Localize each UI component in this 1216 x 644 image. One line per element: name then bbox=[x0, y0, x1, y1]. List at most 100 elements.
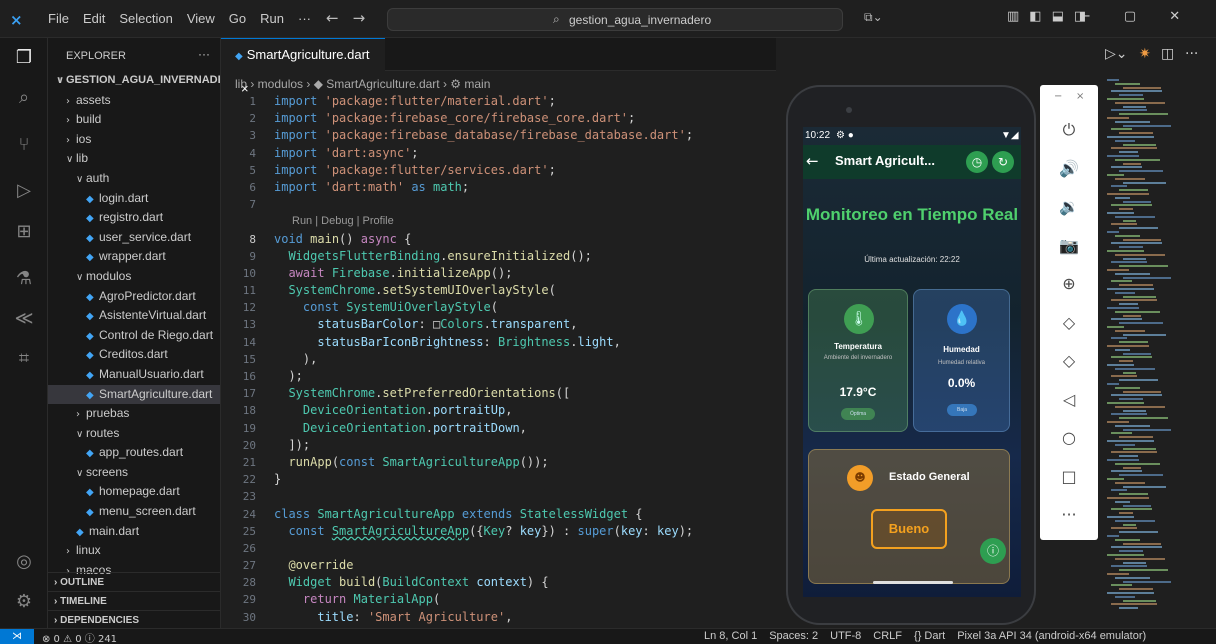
extensions-icon[interactable]: ⊞ bbox=[13, 221, 35, 243]
emu-zoom-icon[interactable]: ⊕ bbox=[1040, 274, 1098, 293]
flutter-icon[interactable]: ≪ bbox=[13, 308, 35, 330]
code-editor[interactable]: 1 import 'package:flutter/material.dart';… bbox=[221, 93, 776, 643]
search-icon[interactable]: ⌕ bbox=[13, 87, 35, 109]
sidebar-section-outline[interactable]: › OUTLINE bbox=[48, 572, 220, 591]
emu-back-icon[interactable]: ◁ bbox=[1040, 390, 1098, 409]
tree-folder-item[interactable]: › build bbox=[48, 110, 220, 130]
tree-file-item[interactable]: ◆ SmartAgriculture.dart bbox=[48, 384, 220, 405]
toggle-sidebar-icon[interactable]: ◧ bbox=[1029, 9, 1041, 24]
tree-folder-item[interactable]: ∨ screens bbox=[48, 463, 220, 483]
settings-gear-icon[interactable]: ⚙ bbox=[13, 591, 35, 613]
sidebar-section-timeline[interactable]: › TIMELINE bbox=[48, 591, 220, 610]
remote-icon[interactable]: ⋊ bbox=[0, 629, 34, 644]
refresh-icon[interactable]: ↻ bbox=[992, 151, 1014, 173]
more-actions-icon[interactable]: ··· bbox=[1185, 46, 1198, 62]
humidity-card[interactable]: 💧 Humedad Humedad relativa 0.0% Baja bbox=[913, 289, 1010, 432]
layout-icon[interactable]: ▥ bbox=[1007, 9, 1019, 24]
menu-item[interactable]: Go bbox=[229, 11, 246, 26]
tree-file-item[interactable]: ◆ wrapper.dart bbox=[48, 247, 220, 267]
tree-file-item[interactable]: ◆ registro.dart bbox=[48, 208, 220, 228]
minimap-line bbox=[1111, 508, 1152, 511]
source-control-icon[interactable]: ⑂ bbox=[13, 134, 35, 156]
tree-folder-item[interactable]: › linux bbox=[48, 541, 220, 561]
tree-file-item[interactable]: ◆ app_routes.dart bbox=[48, 443, 220, 463]
account-icon[interactable]: ◎ bbox=[13, 551, 35, 573]
tree-folder-item[interactable]: › pruebas bbox=[48, 404, 220, 424]
tree-file-item[interactable]: ◆ AsistenteVirtual.dart bbox=[48, 306, 220, 326]
estado-general-card[interactable]: ☻ Estado General Bueno bbox=[808, 449, 1010, 584]
tree-folder-item[interactable]: › ios bbox=[48, 130, 220, 150]
emu-overview-icon[interactable]: □ bbox=[1040, 467, 1098, 486]
close-icon[interactable]: ✕ bbox=[1169, 9, 1180, 24]
emu-rotate-right-icon[interactable]: ◇ bbox=[1040, 351, 1098, 370]
remote-explorer-icon[interactable]: ⌗ bbox=[13, 348, 35, 370]
tree-folder-item[interactable]: ∨ modulos bbox=[48, 267, 220, 287]
tree-folder-item[interactable]: ∨ routes bbox=[48, 424, 220, 444]
tree-file-item[interactable]: ◆ ManualUsuario.dart bbox=[48, 365, 220, 385]
code-token: context bbox=[476, 575, 527, 590]
menu-item[interactable]: Run bbox=[260, 11, 284, 26]
history-icon[interactable]: ◷ bbox=[966, 151, 988, 173]
tree-file-item[interactable]: ◆ login.dart bbox=[48, 189, 220, 209]
tree-folder-item[interactable]: ∨ auth bbox=[48, 169, 220, 189]
toggle-panel-icon[interactable]: ⬓ bbox=[1052, 9, 1064, 24]
tree-folder-item[interactable]: › assets bbox=[48, 91, 220, 111]
tree-file-item[interactable]: ◆ main.dart bbox=[48, 522, 220, 542]
testing-icon[interactable]: ⚗ bbox=[13, 268, 35, 290]
phone-screen[interactable]: 10:22 ⚙ ● ▼◢ ← Smart Agricult... ◷ ↻ Mon… bbox=[803, 127, 1021, 597]
tab-smartagriculture[interactable]: ◆ SmartAgriculture.dart × bbox=[221, 38, 385, 96]
emu-close-icon[interactable]: × bbox=[1076, 91, 1084, 102]
gesture-bar[interactable] bbox=[873, 581, 953, 584]
sidebar-section-dependencies[interactable]: › DEPENDENCIES bbox=[48, 610, 220, 628]
restore-icon[interactable]: ▢ bbox=[1124, 9, 1136, 24]
eol[interactable]: CRLF bbox=[873, 630, 902, 642]
emu-more-icon[interactable]: ··· bbox=[1040, 505, 1098, 524]
split-editor-icon[interactable]: ◫ bbox=[1161, 46, 1174, 62]
explorer-more-icon[interactable]: ··· bbox=[198, 47, 210, 61]
device-selector[interactable]: Pixel 3a API 34 (android-x64 emulator) bbox=[957, 630, 1146, 642]
tree-file-item[interactable]: ◆ Creditos.dart bbox=[48, 345, 220, 365]
tree-root-item[interactable]: ∨GESTION_AGUA_INVERNADERO bbox=[48, 71, 220, 91]
minimize-icon[interactable]: − bbox=[1080, 9, 1091, 24]
encoding[interactable]: UTF-8 bbox=[830, 630, 861, 642]
indentation[interactable]: Spaces: 2 bbox=[769, 630, 818, 642]
run-debug-icon[interactable]: ▷ bbox=[13, 180, 35, 202]
minimap[interactable] bbox=[1101, 71, 1216, 628]
menu-item[interactable]: Selection bbox=[119, 11, 172, 26]
humidity-sub: Humedad relativa bbox=[937, 360, 986, 366]
menu-item[interactable]: View bbox=[187, 11, 215, 26]
tree-file-item[interactable]: ◆ Control de Riego.dart bbox=[48, 326, 220, 346]
run-icon[interactable]: ▷⌄ bbox=[1105, 46, 1128, 62]
tree-folder-item[interactable]: ∨ lib bbox=[48, 149, 220, 169]
breadcrumb[interactable]: lib › modulos › ◆ SmartAgriculture.dart … bbox=[235, 77, 490, 91]
emu-rotate-left-icon[interactable]: ◇ bbox=[1040, 313, 1098, 332]
problems-indicator[interactable]: ⊗ 0 ⚠ 0 ⓘ 241 bbox=[42, 630, 117, 644]
tree-file-item[interactable]: ◆ user_service.dart bbox=[48, 228, 220, 248]
language-mode[interactable]: {} Dart bbox=[914, 630, 945, 642]
line-number: 28 bbox=[242, 576, 256, 590]
menu-item[interactable]: Edit bbox=[83, 11, 105, 26]
emu-minimize-icon[interactable]: − bbox=[1054, 91, 1062, 102]
command-center-search[interactable]: ⌕ gestion_agua_invernadero bbox=[387, 8, 843, 31]
emu-volume-up-icon[interactable]: 🔊 bbox=[1040, 159, 1098, 178]
copilot-icon[interactable]: ⧉⌄ bbox=[864, 10, 883, 25]
info-fab-icon[interactable]: ⓘ bbox=[980, 538, 1006, 564]
layout-controls[interactable]: ▥ ◧ ⬓ ◨ bbox=[1007, 9, 1086, 24]
menu-item[interactable]: ··· bbox=[298, 11, 311, 26]
emu-volume-down-icon[interactable]: 🔉 bbox=[1040, 197, 1098, 216]
explorer-icon[interactable]: ❐ bbox=[13, 47, 35, 69]
menu-item[interactable]: File bbox=[48, 11, 69, 26]
nav-arrows[interactable]: ←→ bbox=[326, 9, 379, 27]
codelens[interactable]: Run | Debug | Profile bbox=[221, 213, 776, 230]
tree-file-item[interactable]: ◆ homepage.dart bbox=[48, 482, 220, 502]
flutter-devtools-icon[interactable]: ✷ bbox=[1139, 46, 1151, 62]
back-arrow-icon[interactable]: ← bbox=[806, 152, 819, 170]
tree-file-item[interactable]: ◆ menu_screen.dart bbox=[48, 502, 220, 522]
emu-home-icon[interactable]: ○ bbox=[1040, 428, 1098, 447]
emu-camera-icon[interactable]: 📷 bbox=[1040, 236, 1098, 255]
emu-power-icon[interactable]: ⏻ bbox=[1040, 120, 1098, 140]
temperature-card[interactable]: 🌡 Temperatura Ambiente del invernadero 1… bbox=[808, 289, 908, 432]
code-token: import bbox=[274, 162, 318, 177]
cursor-position[interactable]: Ln 8, Col 1 bbox=[704, 630, 757, 642]
tree-file-item[interactable]: ◆ AgroPredictor.dart bbox=[48, 287, 220, 307]
